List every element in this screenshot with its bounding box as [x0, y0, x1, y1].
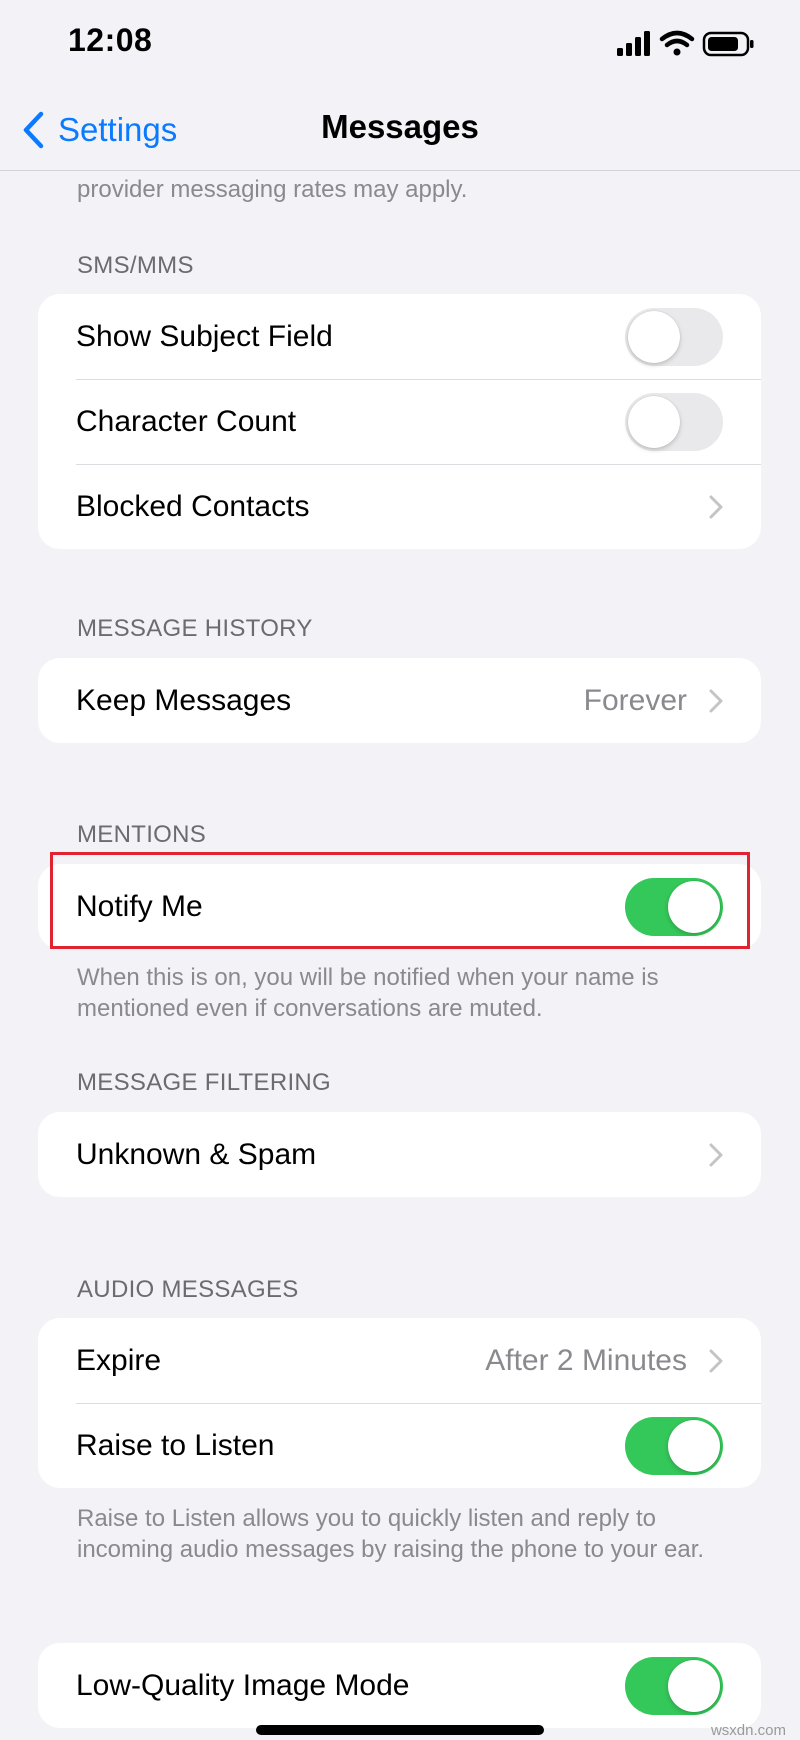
message-filtering-group: Unknown & Spam: [38, 1112, 761, 1197]
unknown-spam-row[interactable]: Unknown & Spam: [38, 1112, 761, 1197]
show-subject-field-row: Show Subject Field: [38, 294, 761, 379]
low-quality-image-mode-row: Low-Quality Image Mode: [38, 1643, 761, 1728]
audio-messages-footer-text: Raise to Listen allows you to quickly li…: [77, 1505, 705, 1563]
chevron-right-icon: [709, 689, 723, 712]
wifi-icon: [659, 30, 695, 56]
cellular-signal-icon: [617, 31, 650, 56]
row-label: Raise to Listen: [76, 1428, 275, 1462]
row-label: Blocked Contacts: [76, 489, 310, 523]
status-icons: [615, 26, 760, 62]
row-label: Expire: [76, 1343, 162, 1377]
raise-to-listen-toggle[interactable]: [625, 1416, 723, 1475]
raise-to-listen-row: Raise to Listen: [38, 1403, 761, 1488]
keep-messages-row[interactable]: Keep Messages Forever: [38, 658, 761, 743]
mentions-footer-text: When this is on, you will be notified wh…: [77, 964, 659, 1022]
row-label: Keep Messages: [76, 683, 292, 717]
top-footer-text: provider messaging rates may apply.: [77, 176, 468, 203]
section-header-message-history: MESSAGE HISTORY: [77, 615, 313, 642]
row-label: Low-Quality Image Mode: [76, 1668, 410, 1702]
row-value: After 2 Minutes: [485, 1343, 687, 1377]
highlight-box: [50, 852, 750, 949]
image-mode-group: Low-Quality Image Mode: [38, 1643, 761, 1728]
audio-messages-group: Expire After 2 Minutes Raise to Listen: [38, 1318, 761, 1488]
status-time: 12:08: [68, 22, 153, 58]
low-quality-image-mode-toggle[interactable]: [625, 1656, 723, 1715]
section-header-sms-mms: SMS/MMS: [77, 252, 194, 279]
sms-mms-group: Show Subject Field Character Count Block…: [38, 294, 761, 549]
expire-row[interactable]: Expire After 2 Minutes: [38, 1318, 761, 1403]
row-label: Character Count: [76, 404, 297, 438]
row-value: Forever: [583, 683, 687, 717]
section-header-audio-messages: AUDIO MESSAGES: [77, 1276, 299, 1303]
message-history-group: Keep Messages Forever: [38, 658, 761, 743]
blocked-contacts-row[interactable]: Blocked Contacts: [38, 464, 761, 549]
row-label: Show Subject Field: [76, 319, 333, 353]
home-indicator: [256, 1725, 544, 1735]
battery-icon: [702, 31, 754, 57]
section-header-message-filtering: MESSAGE FILTERING: [77, 1069, 332, 1096]
chevron-right-icon: [709, 495, 723, 518]
row-label: Unknown & Spam: [76, 1137, 317, 1171]
chevron-right-icon: [709, 1349, 723, 1372]
character-count-row: Character Count: [38, 379, 761, 464]
character-count-toggle[interactable]: [625, 392, 723, 451]
watermark: wsxdn.com: [710, 1722, 786, 1739]
chevron-right-icon: [709, 1143, 723, 1166]
show-subject-field-toggle[interactable]: [625, 307, 723, 366]
navigation-bar: Settings Messages: [0, 90, 800, 171]
section-header-mentions: MENTIONS: [77, 821, 207, 848]
page-title: Messages: [321, 108, 479, 145]
